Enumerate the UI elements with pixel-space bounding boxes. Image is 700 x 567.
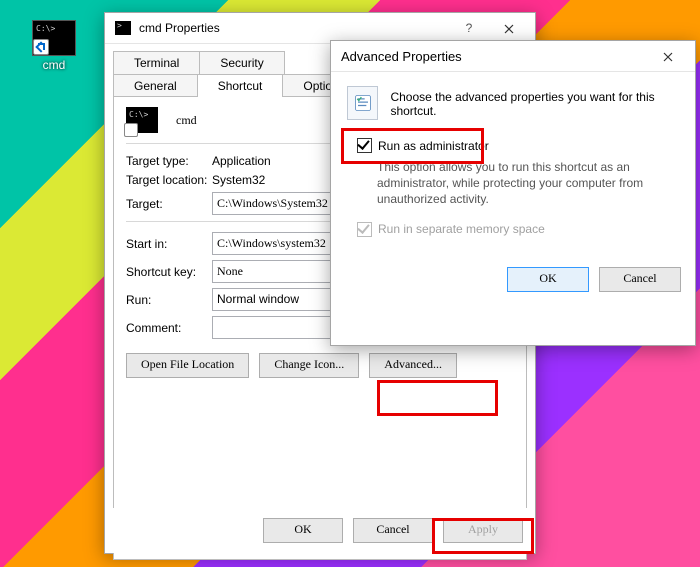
open-file-location-button[interactable]: Open File Location	[126, 353, 249, 378]
tab-terminal[interactable]: Terminal	[113, 51, 200, 74]
target-location-label: Target location:	[126, 173, 212, 187]
titlebar[interactable]: Advanced Properties	[331, 41, 695, 72]
help-button[interactable]: ?	[449, 14, 489, 42]
separate-memory-checkbox	[357, 222, 372, 237]
run-as-admin-description: This option allows you to run this short…	[377, 159, 679, 208]
desktop-wallpaper: cmd cmd Properties ? Terminal Security G…	[0, 0, 700, 567]
cancel-button[interactable]: Cancel	[599, 267, 681, 292]
cmd-icon	[32, 20, 76, 56]
change-icon-button[interactable]: Change Icon...	[259, 353, 359, 378]
startin-label: Start in:	[126, 237, 212, 251]
run-label: Run:	[126, 293, 212, 307]
separate-memory-row: Run in separate memory space	[357, 222, 679, 237]
window-title: Advanced Properties	[341, 49, 647, 64]
dialog-buttons: OK Cancel	[331, 257, 695, 292]
close-button[interactable]	[489, 14, 529, 42]
separate-memory-label: Run in separate memory space	[378, 222, 545, 236]
shortcut-icon-preview	[126, 107, 158, 133]
target-label: Target:	[126, 197, 212, 211]
tab-security[interactable]: Security	[199, 51, 284, 74]
shortcut-label: cmd	[26, 58, 82, 72]
close-icon	[504, 24, 514, 34]
ok-button[interactable]: OK	[507, 267, 589, 292]
cancel-button[interactable]: Cancel	[353, 518, 433, 543]
comment-label: Comment:	[126, 321, 212, 335]
desktop-shortcut-cmd[interactable]: cmd	[26, 20, 82, 72]
advanced-properties-dialog: Advanced Properties Choose the advanced …	[330, 40, 696, 346]
apply-button[interactable]: Apply	[443, 518, 523, 543]
dialog-buttons: OK Cancel Apply	[105, 508, 535, 553]
window-title: cmd Properties	[139, 21, 449, 35]
target-type-label: Target type:	[126, 154, 212, 168]
close-button[interactable]	[647, 42, 689, 70]
run-as-admin-label: Run as administrator	[378, 139, 489, 153]
shortcutkey-label: Shortcut key:	[126, 265, 212, 279]
shortcut-overlay-icon	[33, 39, 49, 55]
run-as-admin-row[interactable]: Run as administrator	[357, 138, 679, 153]
close-icon	[663, 52, 673, 62]
tab-shortcut[interactable]: Shortcut	[197, 74, 284, 97]
tab-general[interactable]: General	[113, 74, 198, 97]
advanced-headline: Choose the advanced properties you want …	[390, 86, 679, 118]
run-as-admin-checkbox[interactable]	[357, 138, 372, 153]
properties-icon	[347, 86, 378, 120]
cmd-icon	[115, 21, 131, 35]
ok-button[interactable]: OK	[263, 518, 343, 543]
run-value: Normal window	[217, 292, 299, 306]
shortcut-overlay-icon	[124, 123, 138, 137]
advanced-button[interactable]: Advanced...	[369, 353, 457, 378]
